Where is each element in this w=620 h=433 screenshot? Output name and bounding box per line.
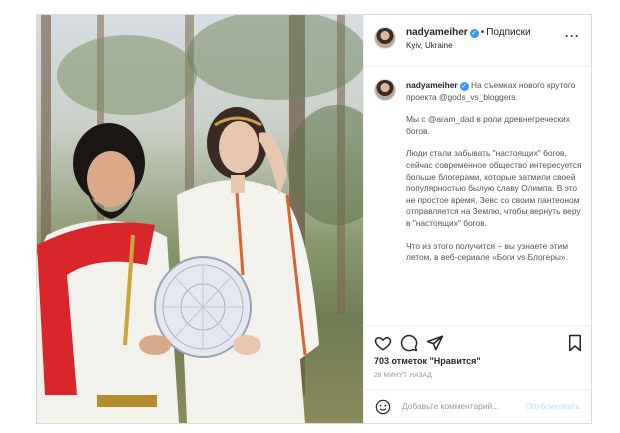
more-icon[interactable]: ···	[565, 29, 580, 43]
post-header: nadyameiher ✓ • Подписки Kyiv, Ukraine ···	[364, 15, 592, 67]
caption-username[interactable]: nadyameiher	[406, 80, 458, 90]
separator-dot: •	[480, 27, 485, 38]
header-username[interactable]: nadyameiher	[406, 27, 468, 38]
caption-avatar[interactable]	[374, 79, 396, 101]
comment-icon[interactable]	[400, 334, 418, 352]
location-link[interactable]: Kyiv, Ukraine	[406, 41, 453, 50]
caption-section: nadyameiher ✓ На съемках нового крутого п…	[364, 67, 592, 325]
caption-paragraph-2: Мы с @aram_dad в роли древнегреческих бо…	[406, 114, 570, 136]
comment-input[interactable]: Добавьте комментарий...	[402, 401, 522, 411]
smile-icon[interactable]	[375, 399, 391, 415]
post-time[interactable]: 28 МИНУТ НАЗАД	[374, 372, 432, 379]
heart-icon[interactable]	[374, 334, 392, 352]
verified-icon: ✓	[469, 29, 479, 38]
action-bar	[364, 325, 592, 355]
caption-paragraph-3: Люди стали забывать "настоящих" богов, с…	[406, 148, 582, 228]
post-photo[interactable]	[37, 15, 363, 423]
header-user-row: nadyameiher ✓ • Подписки	[406, 27, 531, 38]
follow-button[interactable]: Подписки	[486, 27, 530, 38]
caption-paragraph-4: Что из этого получится – вы узнаете этим…	[406, 240, 568, 263]
instagram-post: nadyameiher ✓ • Подписки Kyiv, Ukraine ··· …	[36, 14, 592, 424]
publish-button[interactable]: Опубликовать	[525, 401, 580, 411]
photo-illustration	[37, 15, 363, 423]
share-icon[interactable]	[426, 334, 444, 352]
avatar[interactable]	[374, 27, 396, 49]
bookmark-icon[interactable]	[566, 334, 584, 352]
post-sidebar: nadyameiher ✓ • Подписки Kyiv, Ukraine ··· …	[363, 15, 592, 423]
comment-bar: Добавьте комментарий... Опубликовать	[364, 389, 592, 423]
caption-verified-icon: ✓	[459, 82, 469, 91]
caption-text: nadyameiher ✓ На съемках нового крутого п…	[406, 80, 584, 275]
likes-count[interactable]: 703 отметок "Нравится"	[374, 356, 481, 366]
